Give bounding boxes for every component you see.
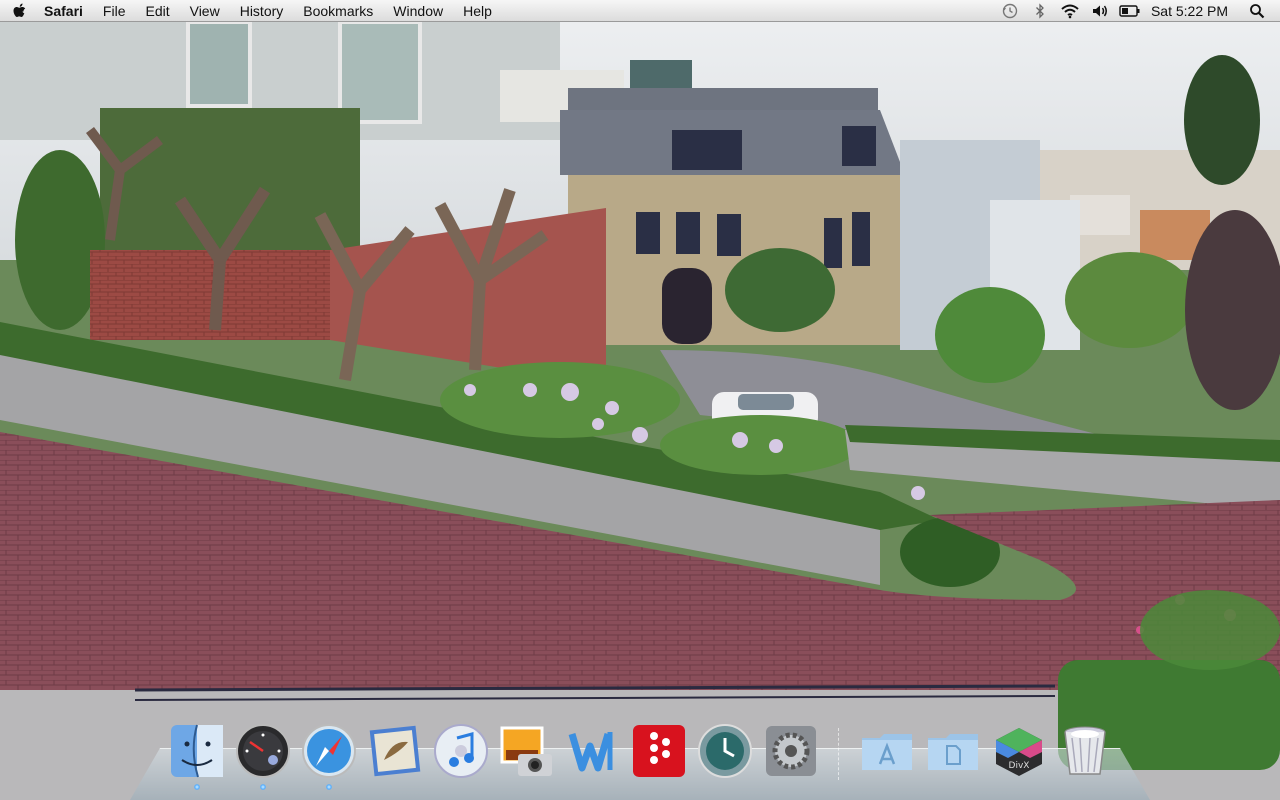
dock-mail-icon[interactable] xyxy=(366,722,424,780)
desktop-wallpaper xyxy=(0,0,1280,800)
menu-bar: Safari File Edit View History Bookmarks … xyxy=(0,0,1280,22)
menu-bookmarks[interactable]: Bookmarks xyxy=(293,0,383,22)
dock-divx-icon[interactable]: DivX xyxy=(990,722,1048,780)
finder-running-indicator xyxy=(194,784,200,790)
dock: DivX xyxy=(168,716,1114,790)
menu-file[interactable]: File xyxy=(93,0,136,22)
dock-system-preferences-icon[interactable] xyxy=(762,722,820,780)
menu-help[interactable]: Help xyxy=(453,0,502,22)
menu-window[interactable]: Window xyxy=(383,0,453,22)
apple-menu-icon[interactable] xyxy=(0,0,40,22)
dock-applications-folder-icon[interactable] xyxy=(858,722,916,780)
dock-front-row-icon[interactable] xyxy=(630,722,688,780)
status-area: Sat 5:22 PM xyxy=(995,0,1280,22)
menubar-clock[interactable]: Sat 5:22 PM xyxy=(1145,0,1242,22)
dashboard-running-indicator xyxy=(260,784,266,790)
volume-icon[interactable] xyxy=(1085,0,1115,22)
svg-text:DivX: DivX xyxy=(1009,761,1030,771)
dock-documents-folder-icon[interactable] xyxy=(924,722,982,780)
dock-separator xyxy=(838,728,840,780)
dock-dashboard-icon[interactable] xyxy=(234,722,292,790)
bluetooth-icon[interactable] xyxy=(1025,0,1055,22)
menu-view[interactable]: View xyxy=(180,0,230,22)
dock-finder-icon[interactable] xyxy=(168,722,226,790)
dock-safari-icon[interactable] xyxy=(300,722,358,790)
wifi-icon[interactable] xyxy=(1055,0,1085,22)
spotlight-search-icon[interactable] xyxy=(1242,0,1272,22)
app-menu-safari[interactable]: Safari xyxy=(40,0,93,22)
dock-time-machine-icon[interactable] xyxy=(696,722,754,780)
dock-iphoto-icon[interactable] xyxy=(498,722,556,780)
battery-icon[interactable] xyxy=(1115,0,1145,22)
dock-itunes-icon[interactable] xyxy=(432,722,490,780)
time-machine-status-icon[interactable] xyxy=(995,0,1025,22)
safari-running-indicator xyxy=(326,784,332,790)
dock-trash-icon[interactable] xyxy=(1056,722,1114,780)
menu-edit[interactable]: Edit xyxy=(135,0,179,22)
dock-word-icon[interactable] xyxy=(564,722,622,780)
menu-history[interactable]: History xyxy=(230,0,294,22)
